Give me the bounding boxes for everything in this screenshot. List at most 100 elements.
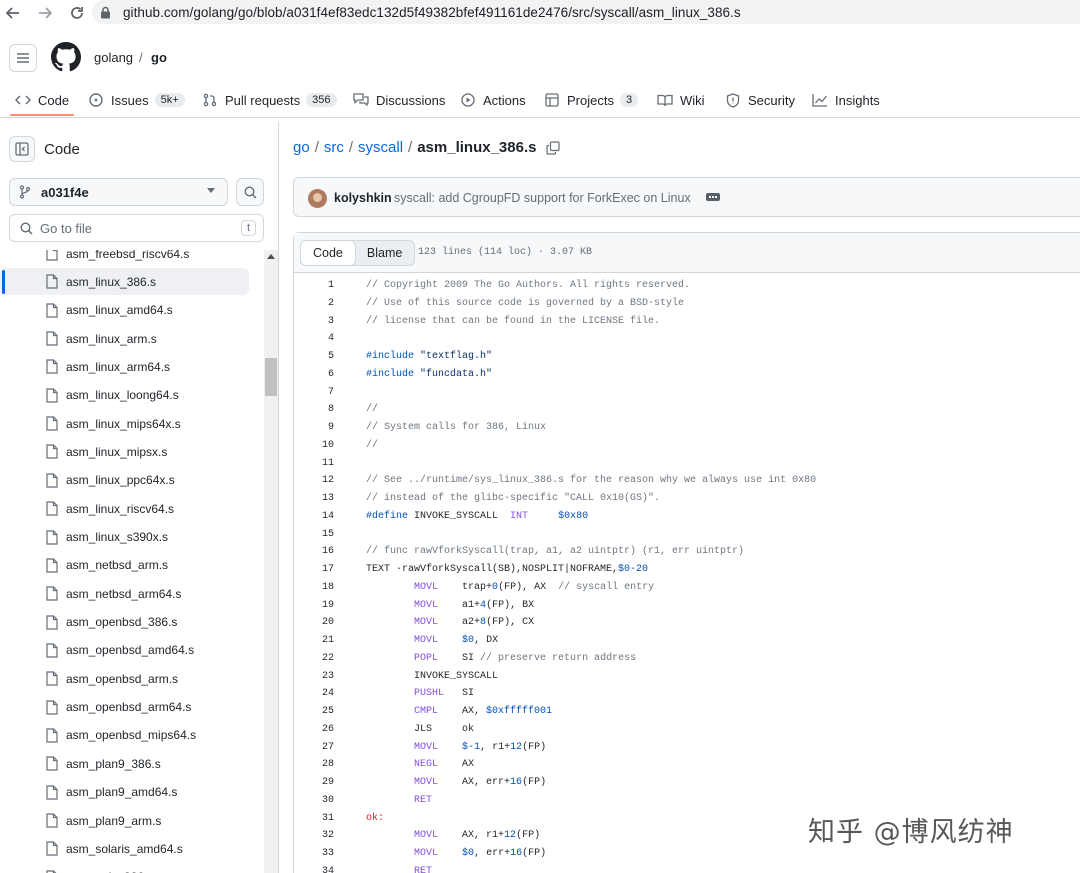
file-tree-item[interactable]: asm_unix_386.s — [0, 864, 249, 873]
tab-projects[interactable]: Projects 3 — [544, 90, 639, 110]
tab-actions[interactable]: Actions — [460, 90, 526, 110]
forward-arrow-icon[interactable] — [32, 0, 58, 26]
repo-owner-link[interactable]: golang — [94, 50, 133, 65]
file-tree-item[interactable]: asm_freebsd_riscv64.s — [0, 250, 249, 267]
breadcrumb-link-syscall[interactable]: syscall — [358, 139, 403, 156]
scrollbar-thumb[interactable] — [265, 358, 277, 396]
file-tree-item[interactable]: asm_netbsd_arm.s — [0, 552, 249, 579]
breadcrumb-link-root[interactable]: go — [293, 139, 310, 156]
back-arrow-icon[interactable] — [0, 0, 26, 26]
file-tree-item[interactable]: asm_plan9_amd64.s — [0, 779, 249, 806]
file-tree-item[interactable]: asm_openbsd_arm64.s — [0, 694, 249, 721]
line-number[interactable]: 8 — [294, 404, 334, 415]
code-token: (FP) — [516, 830, 541, 842]
file-tree-item[interactable]: asm_netbsd_arm64.s — [0, 580, 249, 607]
line-number[interactable]: 32 — [294, 830, 334, 841]
line-number[interactable]: 25 — [294, 706, 334, 717]
copy-icon[interactable] — [546, 140, 561, 155]
go-to-file-field[interactable]: t — [9, 214, 264, 242]
line-number[interactable]: 18 — [294, 582, 334, 593]
tab-discussions[interactable]: Discussions — [353, 90, 445, 110]
line-number[interactable]: 20 — [294, 617, 334, 628]
file-tree-item[interactable]: asm_linux_arm.s — [0, 325, 249, 352]
address-bar[interactable]: github.com/golang/go/blob/a031f4ef83edc1… — [92, 0, 1080, 24]
file-tree-item[interactable]: asm_linux_mips64x.s — [0, 410, 249, 437]
line-number[interactable]: 24 — [294, 688, 334, 699]
line-number[interactable]: 6 — [294, 369, 334, 380]
line-number[interactable]: 10 — [294, 440, 334, 451]
file-tree-item[interactable]: asm_plan9_386.s — [0, 750, 249, 777]
line-number[interactable]: 14 — [294, 511, 334, 522]
tab-pull-requests[interactable]: Pull requests 356 — [202, 90, 337, 110]
line-number[interactable]: 31 — [294, 813, 334, 824]
search-files-button[interactable] — [236, 178, 264, 206]
line-number[interactable]: 23 — [294, 671, 334, 682]
reload-icon[interactable] — [64, 0, 90, 26]
line-number[interactable]: 28 — [294, 759, 334, 770]
line-number[interactable]: 1 — [294, 280, 334, 291]
line-number[interactable]: 5 — [294, 351, 334, 362]
avatar[interactable] — [308, 189, 327, 208]
file-icon — [46, 416, 59, 431]
file-tree-item[interactable]: asm_linux_mipsx.s — [0, 438, 249, 465]
line-number[interactable]: 19 — [294, 600, 334, 611]
line-number[interactable]: 11 — [294, 458, 334, 469]
file-tree-item[interactable]: asm_openbsd_amd64.s — [0, 637, 249, 664]
line-number[interactable]: 4 — [294, 333, 334, 344]
file-tree-item[interactable]: asm_openbsd_mips64.s — [0, 722, 249, 749]
line-number[interactable]: 9 — [294, 422, 334, 433]
line-number[interactable]: 2 — [294, 298, 334, 309]
line-number[interactable]: 17 — [294, 564, 334, 575]
branch-selector[interactable]: a031f4e — [9, 178, 228, 206]
code-view-button[interactable]: Code — [300, 240, 356, 266]
commit-message-link[interactable]: syscall: add CgroupFD support for ForkEx… — [394, 191, 691, 205]
code-token: AX, r1+ — [438, 830, 505, 842]
collapse-sidebar-button[interactable] — [9, 136, 35, 162]
go-to-file-input[interactable] — [40, 219, 230, 237]
sidebar-scrollbar[interactable] — [264, 250, 278, 873]
menu-button[interactable] — [9, 44, 37, 72]
code-text: // func rawVforkSyscall(trap, a1, a2 uin… — [366, 546, 744, 557]
line-number[interactable]: 3 — [294, 316, 334, 327]
line-number[interactable]: 7 — [294, 387, 334, 398]
code-line: 3 // license that can be found in the LIC… — [294, 313, 1080, 331]
tab-issues[interactable]: Issues 5k+ — [88, 90, 185, 110]
line-number[interactable]: 15 — [294, 529, 334, 540]
code-token: $0 — [462, 848, 475, 859]
repo-name-link[interactable]: go — [151, 50, 167, 65]
file-tree-item[interactable]: asm_linux_amd64.s — [0, 297, 249, 324]
line-number[interactable]: 21 — [294, 635, 334, 646]
code-viewer: Code Blame 123 lines (114 loc) · 3.07 KB… — [293, 232, 1080, 873]
blame-view-button[interactable]: Blame — [355, 241, 414, 265]
file-tree-item[interactable]: asm_openbsd_386.s — [0, 609, 249, 636]
tab-security[interactable]: Security — [725, 90, 795, 110]
line-number[interactable]: 16 — [294, 546, 334, 557]
line-number[interactable]: 33 — [294, 848, 334, 859]
file-tree-item[interactable]: asm_linux_386.s — [0, 268, 249, 296]
github-logo-icon[interactable] — [51, 42, 81, 72]
file-tree-item[interactable]: asm_linux_loong64.s — [0, 382, 249, 409]
scroll-up-arrow-icon[interactable] — [267, 254, 275, 259]
file-tree-item[interactable]: asm_linux_riscv64.s — [0, 495, 249, 522]
file-tree-item[interactable]: asm_openbsd_arm.s — [0, 665, 249, 692]
tab-wiki[interactable]: Wiki — [657, 90, 705, 110]
line-number[interactable]: 12 — [294, 475, 334, 486]
line-number[interactable]: 22 — [294, 653, 334, 664]
tab-code[interactable]: Code — [15, 90, 69, 110]
line-number[interactable]: 34 — [294, 866, 334, 873]
line-number[interactable]: 27 — [294, 742, 334, 753]
commit-author-link[interactable]: kolyshkin — [334, 191, 392, 205]
breadcrumb-link-src[interactable]: src — [324, 139, 344, 156]
line-number[interactable]: 26 — [294, 724, 334, 735]
tab-insights[interactable]: Insights — [812, 90, 880, 110]
file-tree-item[interactable]: asm_linux_ppc64x.s — [0, 467, 249, 494]
ellipsis-icon[interactable] — [706, 193, 720, 201]
file-tree-item[interactable]: asm_linux_arm64.s — [0, 353, 249, 380]
file-tree-item[interactable]: asm_plan9_arm.s — [0, 807, 249, 834]
line-number[interactable]: 29 — [294, 777, 334, 788]
line-number[interactable]: 30 — [294, 795, 334, 806]
file-tree-item[interactable]: asm_solaris_amd64.s — [0, 835, 249, 862]
line-number[interactable]: 13 — [294, 493, 334, 504]
file-tree-item[interactable]: asm_linux_s390x.s — [0, 524, 249, 551]
lock-icon[interactable] — [100, 5, 114, 19]
